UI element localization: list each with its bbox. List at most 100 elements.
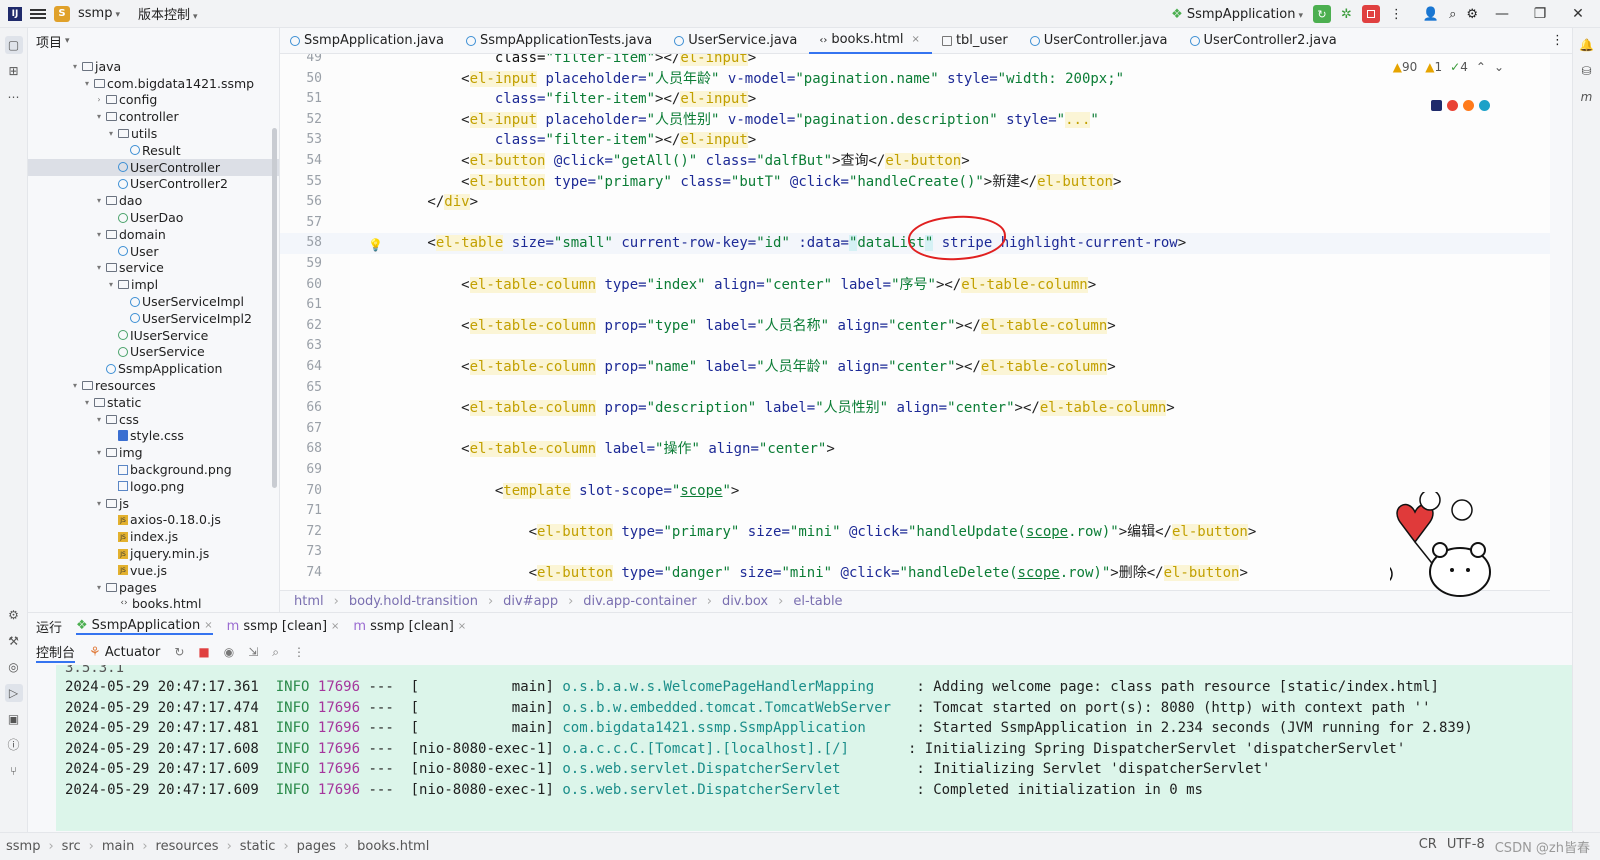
expand-arrow-icon[interactable]: ▾: [94, 583, 104, 592]
debug-tool-icon[interactable]: ◎: [5, 658, 23, 676]
tree-item[interactable]: ▾ impl: [28, 276, 279, 293]
edge-icon[interactable]: [1479, 100, 1490, 111]
code-line[interactable]: 66 <el-table-column prop="description" l…: [280, 398, 1550, 419]
tree-item[interactable]: logo.png: [28, 478, 279, 495]
tree-item[interactable]: UserController: [28, 158, 279, 176]
code-line[interactable]: 69: [280, 460, 1550, 481]
status-path-item[interactable]: resources: [156, 839, 219, 854]
chrome-icon[interactable]: [1447, 100, 1458, 111]
run-tool-icon[interactable]: ▷: [4, 684, 23, 702]
code-line[interactable]: 70 <template slot-scope="scope">: [280, 481, 1550, 502]
tree-item[interactable]: ▾ img: [28, 444, 279, 461]
code-line[interactable]: 62 <el-table-column prop="type" label="人…: [280, 316, 1550, 337]
tree-item[interactable]: ▾ pages: [28, 579, 279, 596]
code-line[interactable]: 50 <el-input placeholder="人员年龄" v-model=…: [280, 69, 1550, 90]
expand-arrow-icon[interactable]: ▾: [94, 415, 104, 424]
main-menu-icon[interactable]: [30, 7, 46, 21]
camera-icon[interactable]: ◉: [224, 645, 234, 659]
more-tools-icon[interactable]: ⋯: [5, 88, 23, 106]
vcs-menu[interactable]: 版本控制 ▾: [138, 4, 198, 23]
tree-item[interactable]: Result: [28, 142, 279, 159]
breadcrumb-item[interactable]: div#app: [503, 594, 558, 609]
more-icon[interactable]: ⋮: [293, 645, 305, 659]
editor-tab[interactable]: ‹› books.html ×: [809, 28, 932, 54]
expand-arrow-icon[interactable]: ▾: [94, 112, 104, 121]
code-line[interactable]: 55 <el-button type="primary" class="butT…: [280, 172, 1550, 193]
breadcrumb-item[interactable]: div.app-container: [583, 594, 696, 609]
tree-item[interactable]: JS jquery.min.js: [28, 545, 279, 562]
editor-tab[interactable]: tbl_user: [932, 28, 1020, 54]
run-tab[interactable]: m ssmp [clean] ×: [353, 619, 466, 634]
expand-arrow-icon[interactable]: ▾: [106, 280, 116, 289]
database-icon[interactable]: ⛁: [1578, 62, 1596, 80]
tree-item[interactable]: ▾ domain: [28, 226, 279, 243]
status-path-item[interactable]: books.html: [357, 839, 429, 854]
tree-item[interactable]: ▾ dao: [28, 192, 279, 209]
git-tool-icon[interactable]: ⑂: [5, 762, 23, 780]
more-icon[interactable]: ⋮: [1390, 7, 1403, 22]
code-line[interactable]: 54 <el-button @click="getAll()" class="d…: [280, 151, 1550, 172]
gear-icon[interactable]: ⚙: [1466, 7, 1478, 22]
expand-arrow-icon[interactable]: ▾: [82, 398, 92, 407]
tree-item[interactable]: background.png: [28, 461, 279, 478]
close-button[interactable]: ✕: [1564, 6, 1592, 22]
tree-item[interactable]: JS vue.js: [28, 562, 279, 579]
maven-icon[interactable]: m: [1578, 88, 1596, 106]
intellij-browser-icon[interactable]: [1431, 100, 1442, 111]
close-tab-icon[interactable]: ×: [458, 621, 466, 632]
tree-item[interactable]: ▾ java: [28, 58, 279, 75]
tree-item[interactable]: ▾ service: [28, 260, 279, 277]
editor-tab[interactable]: UserController2.java: [1180, 28, 1349, 54]
breadcrumb-item[interactable]: body.hold-transition: [349, 594, 478, 609]
tree-item[interactable]: User: [28, 243, 279, 260]
breadcrumb-item[interactable]: el-table: [793, 594, 842, 609]
code-line[interactable]: 63: [280, 336, 1550, 357]
build-tool-icon[interactable]: ⚒: [5, 632, 23, 650]
code-line[interactable]: 72 <el-button type="primary" size="mini"…: [280, 522, 1550, 543]
intention-bulb-icon[interactable]: 💡: [368, 238, 383, 252]
tree-item[interactable]: › config: [28, 92, 279, 109]
code-line[interactable]: 49 class="filter-item"></el-input>: [280, 54, 1550, 69]
tree-item[interactable]: ▾ js: [28, 495, 279, 512]
tree-item[interactable]: ▾ controller: [28, 108, 279, 125]
breadcrumb-item[interactable]: div.box: [722, 594, 768, 609]
close-tab-icon[interactable]: ×: [912, 34, 920, 45]
restore-button[interactable]: ❐: [1526, 6, 1554, 22]
chevron-down-icon[interactable]: ⌄: [1494, 60, 1504, 74]
breadcrumb-item[interactable]: html: [294, 594, 324, 609]
code-line[interactable]: 59: [280, 254, 1550, 275]
editor-tab[interactable]: SsmpApplicationTests.java: [456, 28, 664, 54]
run-tab[interactable]: m ssmp [clean] ×: [227, 619, 340, 634]
tree-item[interactable]: SsmpApplication: [28, 360, 279, 377]
code-line[interactable]: 74 <el-button type="danger" size="mini" …: [280, 563, 1550, 584]
notifications-icon[interactable]: 🔔: [1578, 36, 1596, 54]
expand-arrow-icon[interactable]: ›: [94, 95, 104, 104]
expand-arrow-icon[interactable]: ▾: [94, 230, 104, 239]
tree-item[interactable]: ▾ css: [28, 411, 279, 428]
status-path-item[interactable]: ssmp: [6, 839, 40, 854]
close-tab-icon[interactable]: ×: [204, 620, 212, 631]
expand-arrow-icon[interactable]: ▾: [94, 499, 104, 508]
minimize-button[interactable]: —: [1488, 6, 1516, 22]
tree-item[interactable]: UserDao: [28, 209, 279, 226]
account-icon[interactable]: 👤: [1423, 7, 1439, 22]
firefox-icon[interactable]: [1463, 100, 1474, 111]
project-tool-icon[interactable]: ▢: [4, 36, 23, 54]
file-encoding[interactable]: UTF-8: [1447, 837, 1485, 856]
search-icon[interactable]: ⌕: [1449, 7, 1456, 22]
tree-item[interactable]: JS index.js: [28, 528, 279, 545]
expand-arrow-icon[interactable]: ▾: [70, 381, 80, 390]
export-icon[interactable]: ⇲: [248, 645, 258, 659]
status-path-item[interactable]: static: [240, 839, 276, 854]
expand-arrow-icon[interactable]: ▾: [70, 62, 80, 71]
code-line[interactable]: 65: [280, 378, 1550, 399]
ide-logo-icon[interactable]: IJ: [8, 6, 22, 21]
stop-icon[interactable]: ■: [198, 645, 209, 659]
project-switcher[interactable]: ssmp ▾: [78, 6, 120, 21]
tree-item[interactable]: UserService: [28, 344, 279, 361]
chevron-up-icon[interactable]: ⌃: [1476, 60, 1486, 74]
console-subtab[interactable]: ⚘ Actuator: [89, 645, 160, 660]
rerun-icon[interactable]: ↻: [174, 645, 184, 659]
tree-item[interactable]: JS axios-0.18.0.js: [28, 512, 279, 529]
services-tool-icon[interactable]: ⚙: [5, 606, 23, 624]
